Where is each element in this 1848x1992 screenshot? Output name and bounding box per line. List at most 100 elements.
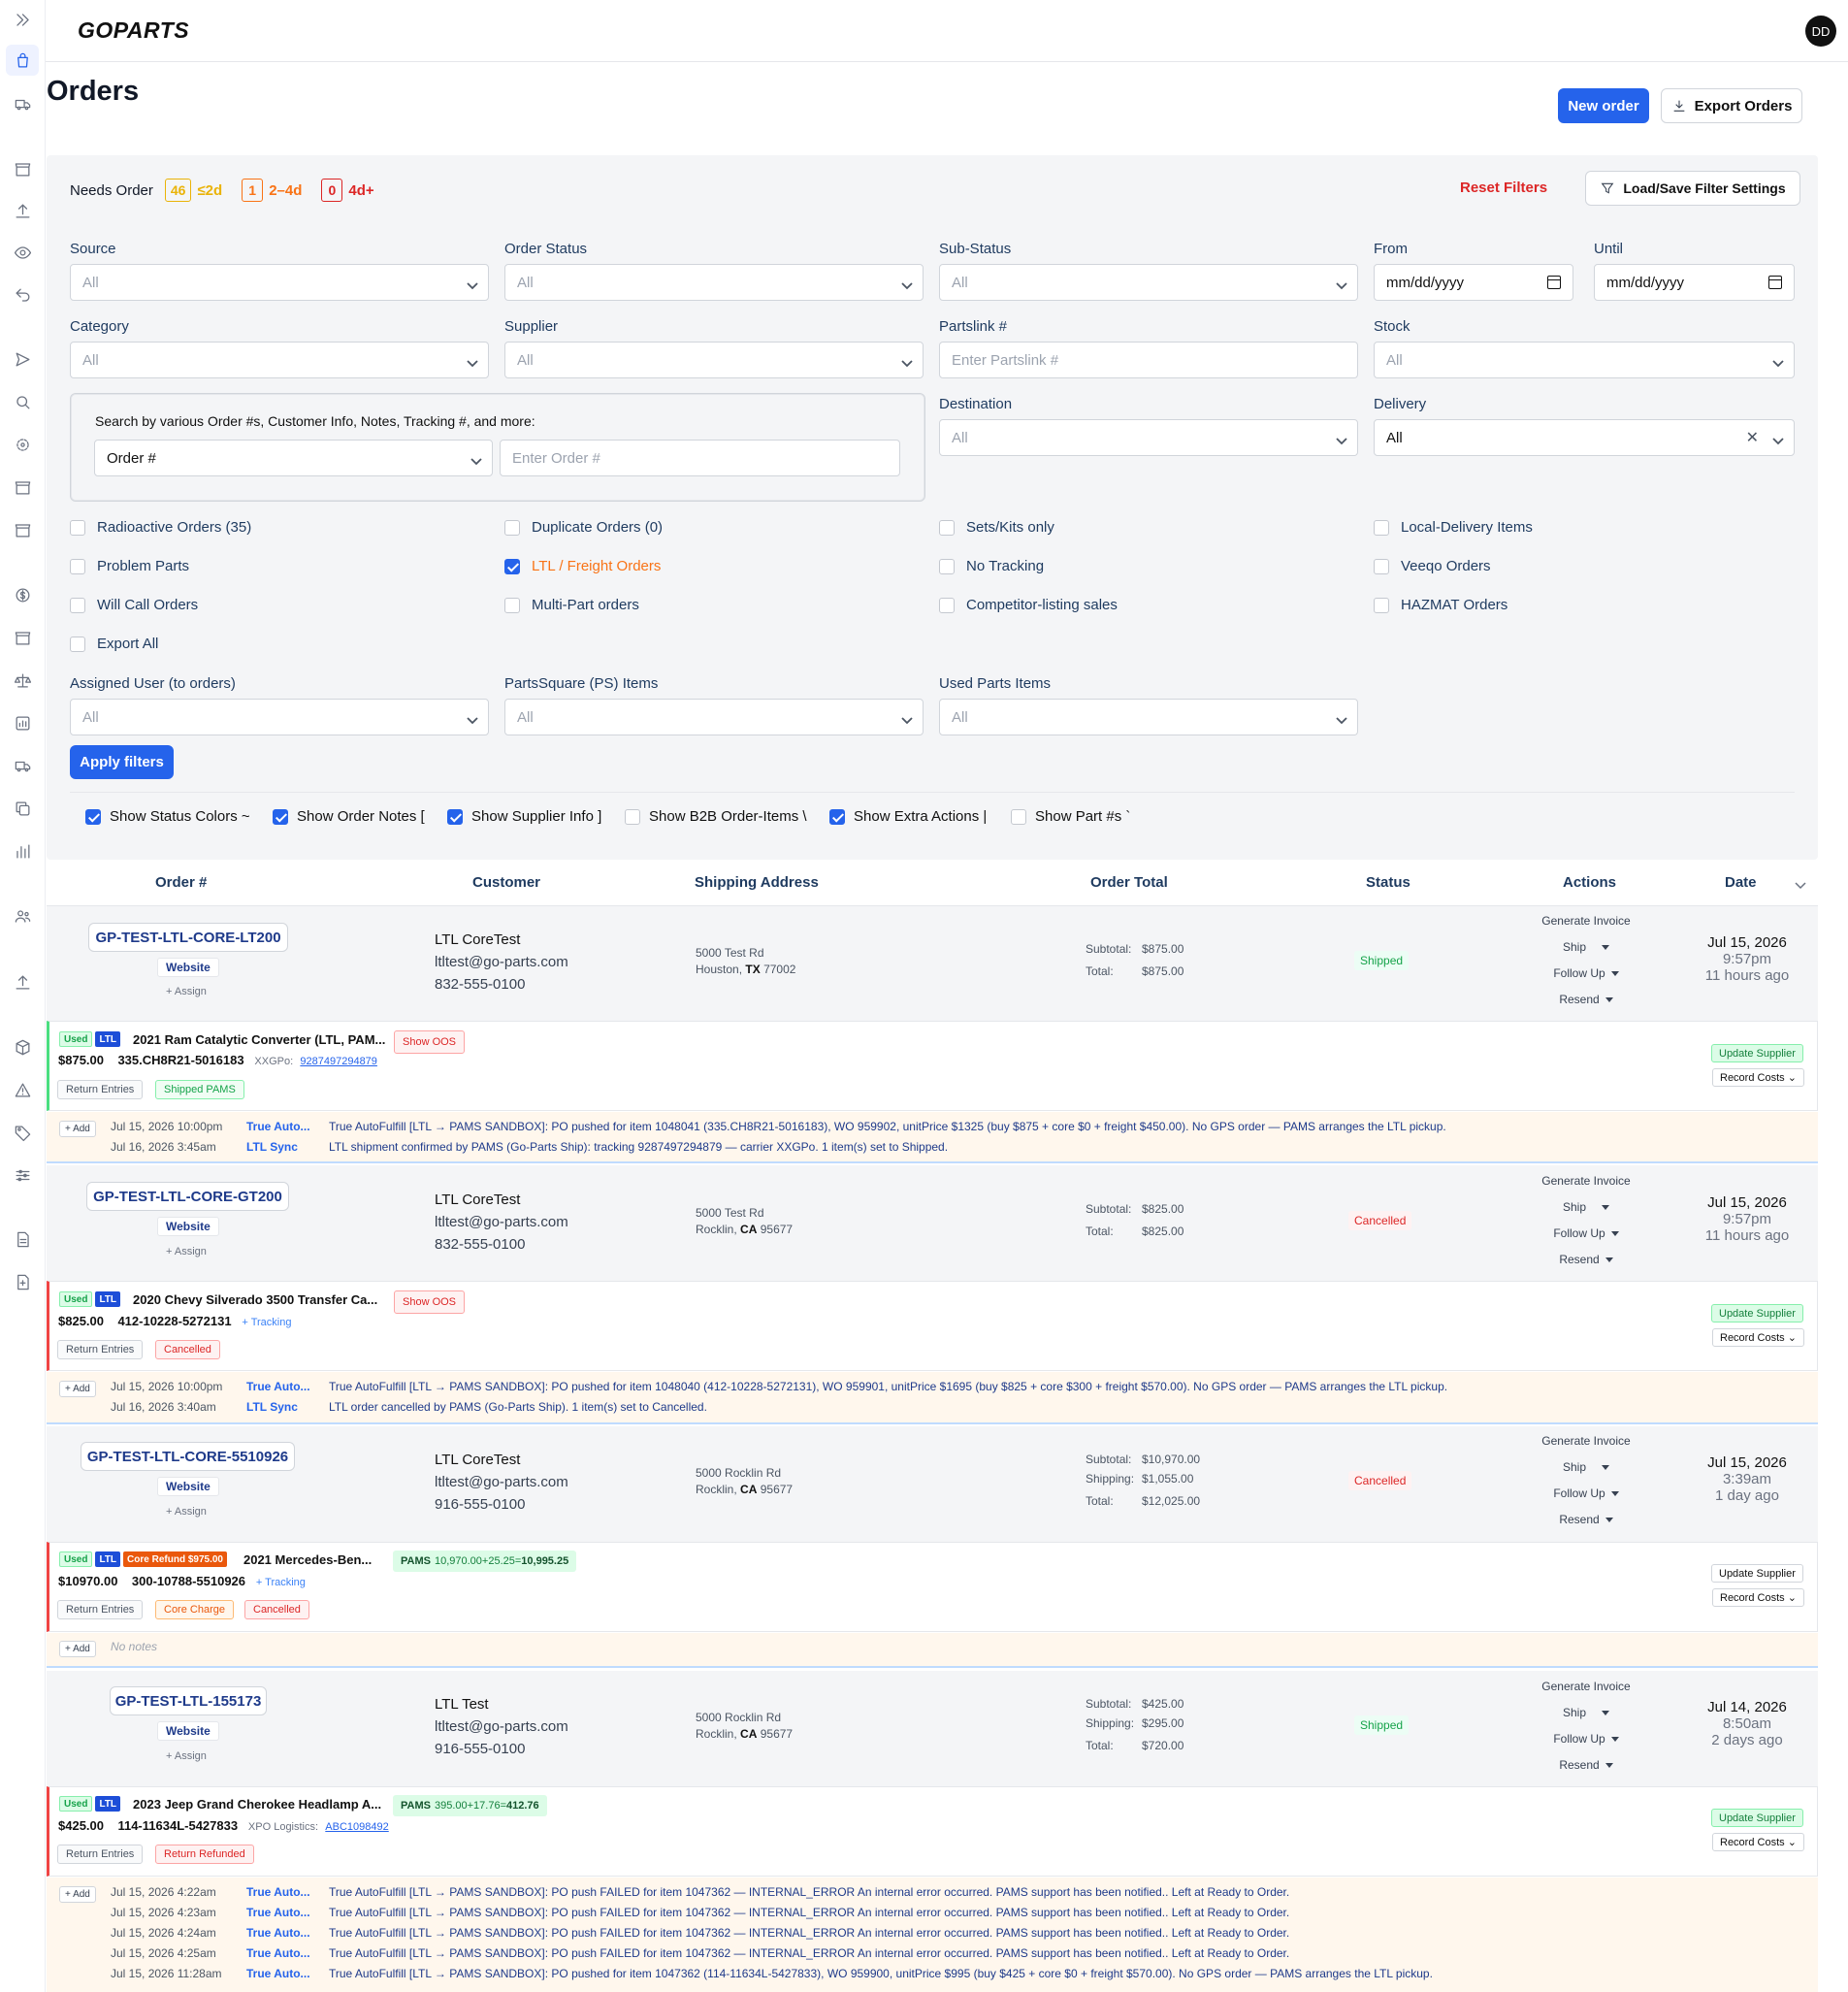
dollar-icon[interactable] — [11, 583, 34, 606]
search-type-select[interactable]: Order # — [94, 440, 493, 476]
return-entries-button[interactable]: Return Entries — [57, 1845, 144, 1864]
item-part-number[interactable]: 412-10228-5272131 — [117, 1314, 231, 1328]
needs-order-range-1[interactable]: 2–4d — [269, 182, 302, 199]
checkbox-box[interactable] — [939, 519, 955, 536]
resend-dropdown[interactable]: Resend — [1518, 1507, 1654, 1533]
record-costs-button[interactable]: Record Costs ⌄ — [1712, 1068, 1804, 1087]
ship-dropdown[interactable]: Ship — [1518, 934, 1654, 961]
source-select[interactable]: All — [70, 264, 489, 301]
note-author[interactable]: True Auto... — [246, 1967, 329, 1980]
checkbox-box-checked[interactable] — [504, 558, 520, 574]
checkbox-box[interactable] — [1374, 597, 1389, 613]
customer-email[interactable]: ltltest@go-parts.com — [435, 1715, 568, 1738]
order-number-button[interactable]: GP-TEST-LTL-CORE-GT200 — [86, 1182, 289, 1211]
resend-dropdown[interactable]: Resend — [1518, 987, 1654, 1013]
note-author[interactable]: LTL Sync — [246, 1400, 329, 1414]
until-date-input[interactable]: mm/dd/yyyy — [1594, 264, 1795, 301]
calendar-icon[interactable] — [1547, 276, 1561, 289]
toggle-status-colors[interactable]: Show Status Colors ~ — [85, 808, 250, 825]
show-oos-button[interactable]: Show OOS — [394, 1290, 466, 1314]
duplicate-orders-checkbox[interactable]: Duplicate Orders (0) — [504, 519, 663, 536]
needs-order-count-1[interactable]: 1 — [242, 179, 264, 202]
toggle-b2b-items[interactable]: Show B2B Order-Items \ — [625, 808, 807, 825]
checkbox-box[interactable] — [939, 558, 955, 574]
toggle-extra-actions[interactable]: Show Extra Actions | — [829, 808, 987, 825]
item-title[interactable]: 2020 Chevy Silverado 3500 Transfer Ca... — [133, 1292, 377, 1307]
sort-chevron-icon[interactable] — [1795, 877, 1806, 890]
ship-dropdown[interactable]: Ship — [1518, 1194, 1654, 1221]
col-shipping-address[interactable]: Shipping Address — [695, 874, 819, 891]
note-author[interactable]: True Auto... — [246, 1946, 329, 1960]
search-icon[interactable] — [11, 390, 34, 413]
resend-dropdown[interactable]: Resend — [1518, 1247, 1654, 1273]
show-oos-button[interactable]: Show OOS — [394, 1030, 466, 1054]
expand-sidebar-icon[interactable] — [11, 8, 34, 31]
upload-icon[interactable] — [11, 199, 34, 222]
update-supplier-button[interactable]: Update Supplier — [1711, 1044, 1803, 1062]
toggle-part-numbers[interactable]: Show Part #s ` — [1011, 808, 1130, 825]
needs-order-range-0[interactable]: ≤2d — [197, 182, 222, 199]
add-tracking-link[interactable]: + Tracking — [242, 1317, 291, 1328]
radioactive-orders-checkbox[interactable]: Radioactive Orders (35) — [70, 519, 251, 536]
partssquare-select[interactable]: All — [504, 699, 924, 735]
reset-filters-link[interactable]: Reset Filters — [1460, 180, 1547, 196]
record-costs-button[interactable]: Record Costs ⌄ — [1712, 1833, 1804, 1851]
item-part-number[interactable]: 300-10788-5510926 — [132, 1574, 245, 1588]
col-customer[interactable]: Customer — [472, 874, 540, 891]
will-call-checkbox[interactable]: Will Call Orders — [70, 597, 198, 613]
export-orders-button[interactable]: Export Orders — [1661, 88, 1802, 123]
customer-email[interactable]: ltltest@go-parts.com — [435, 951, 568, 973]
note-author[interactable]: True Auto... — [246, 1885, 329, 1899]
col-actions[interactable]: Actions — [1563, 874, 1616, 891]
checkbox-box[interactable] — [939, 597, 955, 613]
truck-icon[interactable] — [11, 92, 34, 115]
note-author[interactable]: LTL Sync — [246, 1140, 329, 1154]
generate-invoice-link[interactable]: Generate Invoice — [1518, 1674, 1654, 1700]
add-note-button[interactable]: + Add — [59, 1641, 96, 1657]
follow-up-dropdown[interactable]: Follow Up — [1518, 1481, 1654, 1507]
assign-link[interactable]: + Assign — [166, 1750, 207, 1762]
competitor-listing-checkbox[interactable]: Competitor-listing sales — [939, 597, 1118, 613]
checkbox-box-checked[interactable] — [447, 808, 463, 825]
delivery-select[interactable]: All ✕ — [1374, 419, 1795, 456]
new-order-button[interactable]: New order — [1558, 88, 1649, 123]
col-status[interactable]: Status — [1366, 874, 1410, 891]
export-all-checkbox[interactable]: Export All — [70, 636, 158, 652]
note-author[interactable]: True Auto... — [246, 1120, 329, 1133]
resend-dropdown[interactable]: Resend — [1518, 1752, 1654, 1779]
needs-order-count-2[interactable]: 0 — [321, 179, 343, 202]
record-costs-button[interactable]: Record Costs ⌄ — [1712, 1328, 1804, 1347]
order-number-button[interactable]: GP-TEST-LTL-CORE-5510926 — [81, 1442, 295, 1471]
customer-email[interactable]: ltltest@go-parts.com — [435, 1211, 568, 1233]
veeqo-orders-checkbox[interactable]: Veeqo Orders — [1374, 558, 1491, 574]
order-number-button[interactable]: GP-TEST-LTL-155173 — [110, 1686, 267, 1715]
return-entries-button[interactable]: Return Entries — [57, 1600, 144, 1619]
checkbox-box[interactable] — [70, 558, 85, 574]
item-title[interactable]: 2021 Ram Catalytic Converter (LTL, PAM..… — [133, 1032, 385, 1047]
checkbox-box[interactable] — [625, 808, 640, 825]
add-note-button[interactable]: + Add — [59, 1121, 96, 1137]
load-save-filter-button[interactable]: Load/Save Filter Settings — [1585, 171, 1800, 206]
add-tracking-link[interactable]: + Tracking — [256, 1577, 306, 1588]
eye-icon[interactable] — [11, 241, 34, 264]
item-title[interactable]: 2021 Mercedes-Ben... — [243, 1552, 372, 1567]
col-date[interactable]: Date — [1725, 874, 1757, 891]
ltl-freight-checkbox[interactable]: LTL / Freight Orders — [504, 558, 661, 574]
follow-up-dropdown[interactable]: Follow Up — [1518, 1221, 1654, 1247]
local-delivery-checkbox[interactable]: Local-Delivery Items — [1374, 519, 1533, 536]
ship-dropdown[interactable]: Ship — [1518, 1454, 1654, 1481]
needs-order-count-0[interactable]: 46 — [164, 179, 192, 202]
apply-filters-button[interactable]: Apply filters — [70, 745, 174, 779]
update-supplier-button[interactable]: Update Supplier — [1711, 1809, 1803, 1827]
clear-x-icon[interactable]: ✕ — [1746, 428, 1759, 447]
update-supplier-button[interactable]: Update Supplier — [1711, 1564, 1803, 1583]
warning-icon[interactable] — [11, 1078, 34, 1101]
calendar-icon[interactable] — [1768, 276, 1782, 289]
record-costs-button[interactable]: Record Costs ⌄ — [1712, 1588, 1804, 1607]
checkbox-box-checked[interactable] — [829, 808, 845, 825]
update-supplier-button[interactable]: Update Supplier — [1711, 1304, 1803, 1323]
goparts-logo[interactable]: GOPARTS — [78, 17, 189, 44]
delivery-icon[interactable] — [11, 754, 34, 777]
scale-icon[interactable] — [11, 669, 34, 692]
order-number-button[interactable]: GP-TEST-LTL-CORE-LT200 — [88, 923, 288, 952]
